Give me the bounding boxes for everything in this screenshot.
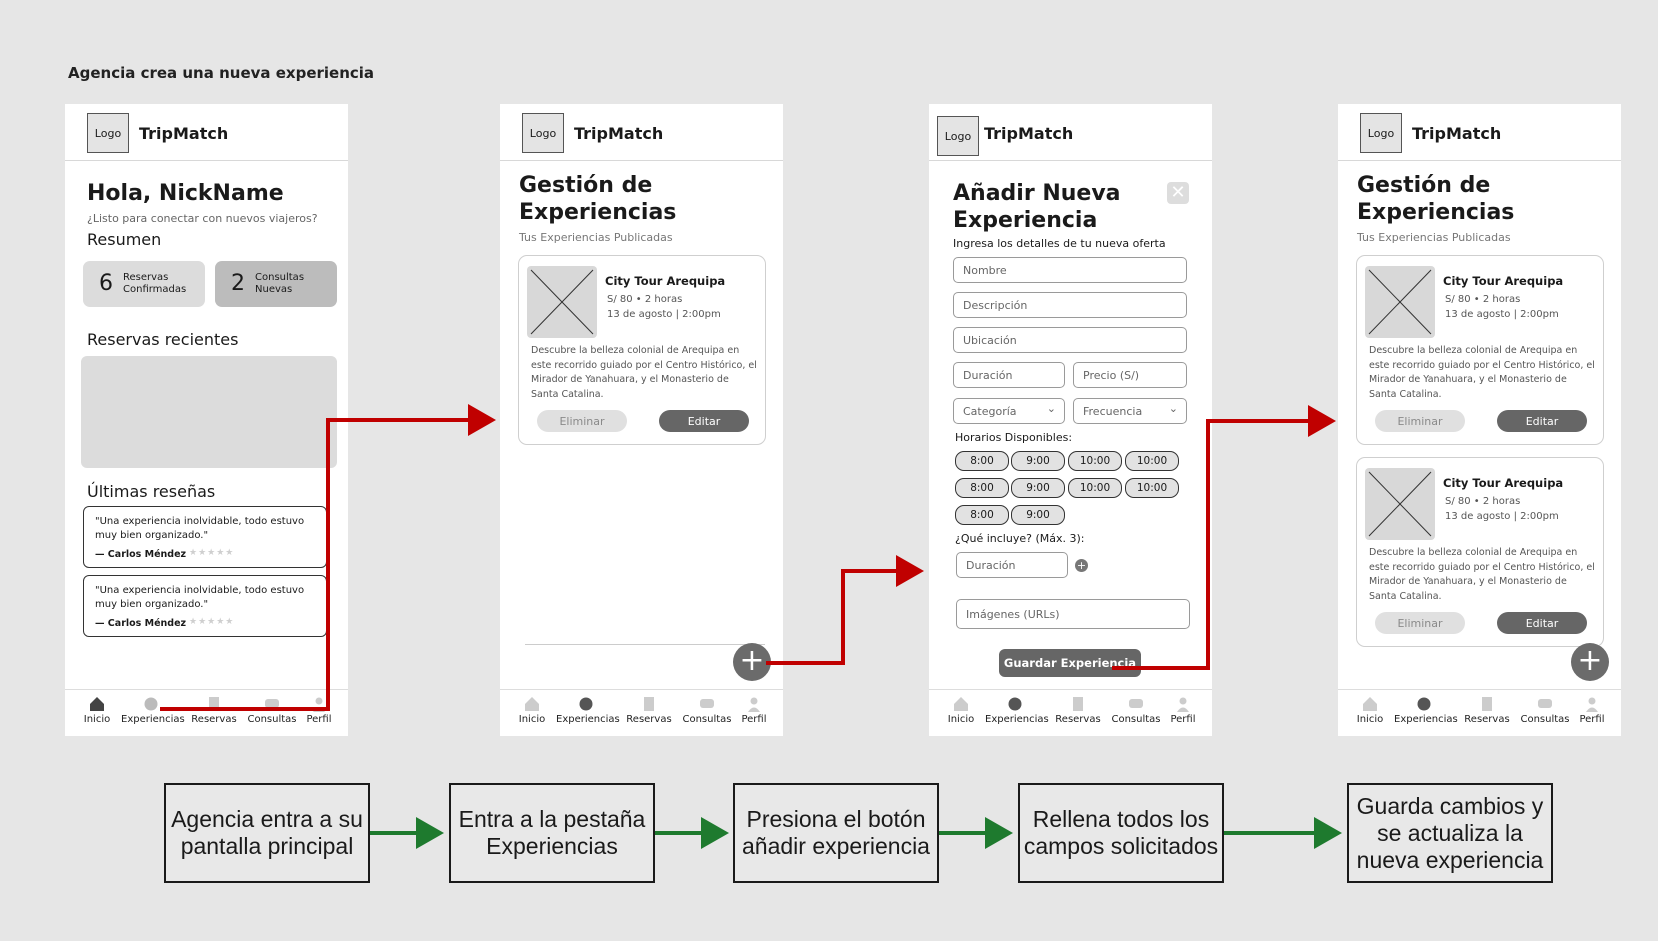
flow-step-4: Rellena todos los campos solicitados (1018, 783, 1224, 883)
red-flow-arrow (160, 404, 496, 711)
flow-step-2: Entra a la pestaña Experiencias (449, 783, 655, 883)
flow-step-5: Guarda cambios y se actualiza la nueva e… (1347, 783, 1553, 883)
flow-step-1: Agencia entra a su pantalla principal (164, 783, 370, 883)
flow-step-3: Presiona el botón añadir experiencia (733, 783, 939, 883)
red-flow-arrow (1112, 405, 1336, 670)
red-flow-arrow (766, 555, 924, 665)
